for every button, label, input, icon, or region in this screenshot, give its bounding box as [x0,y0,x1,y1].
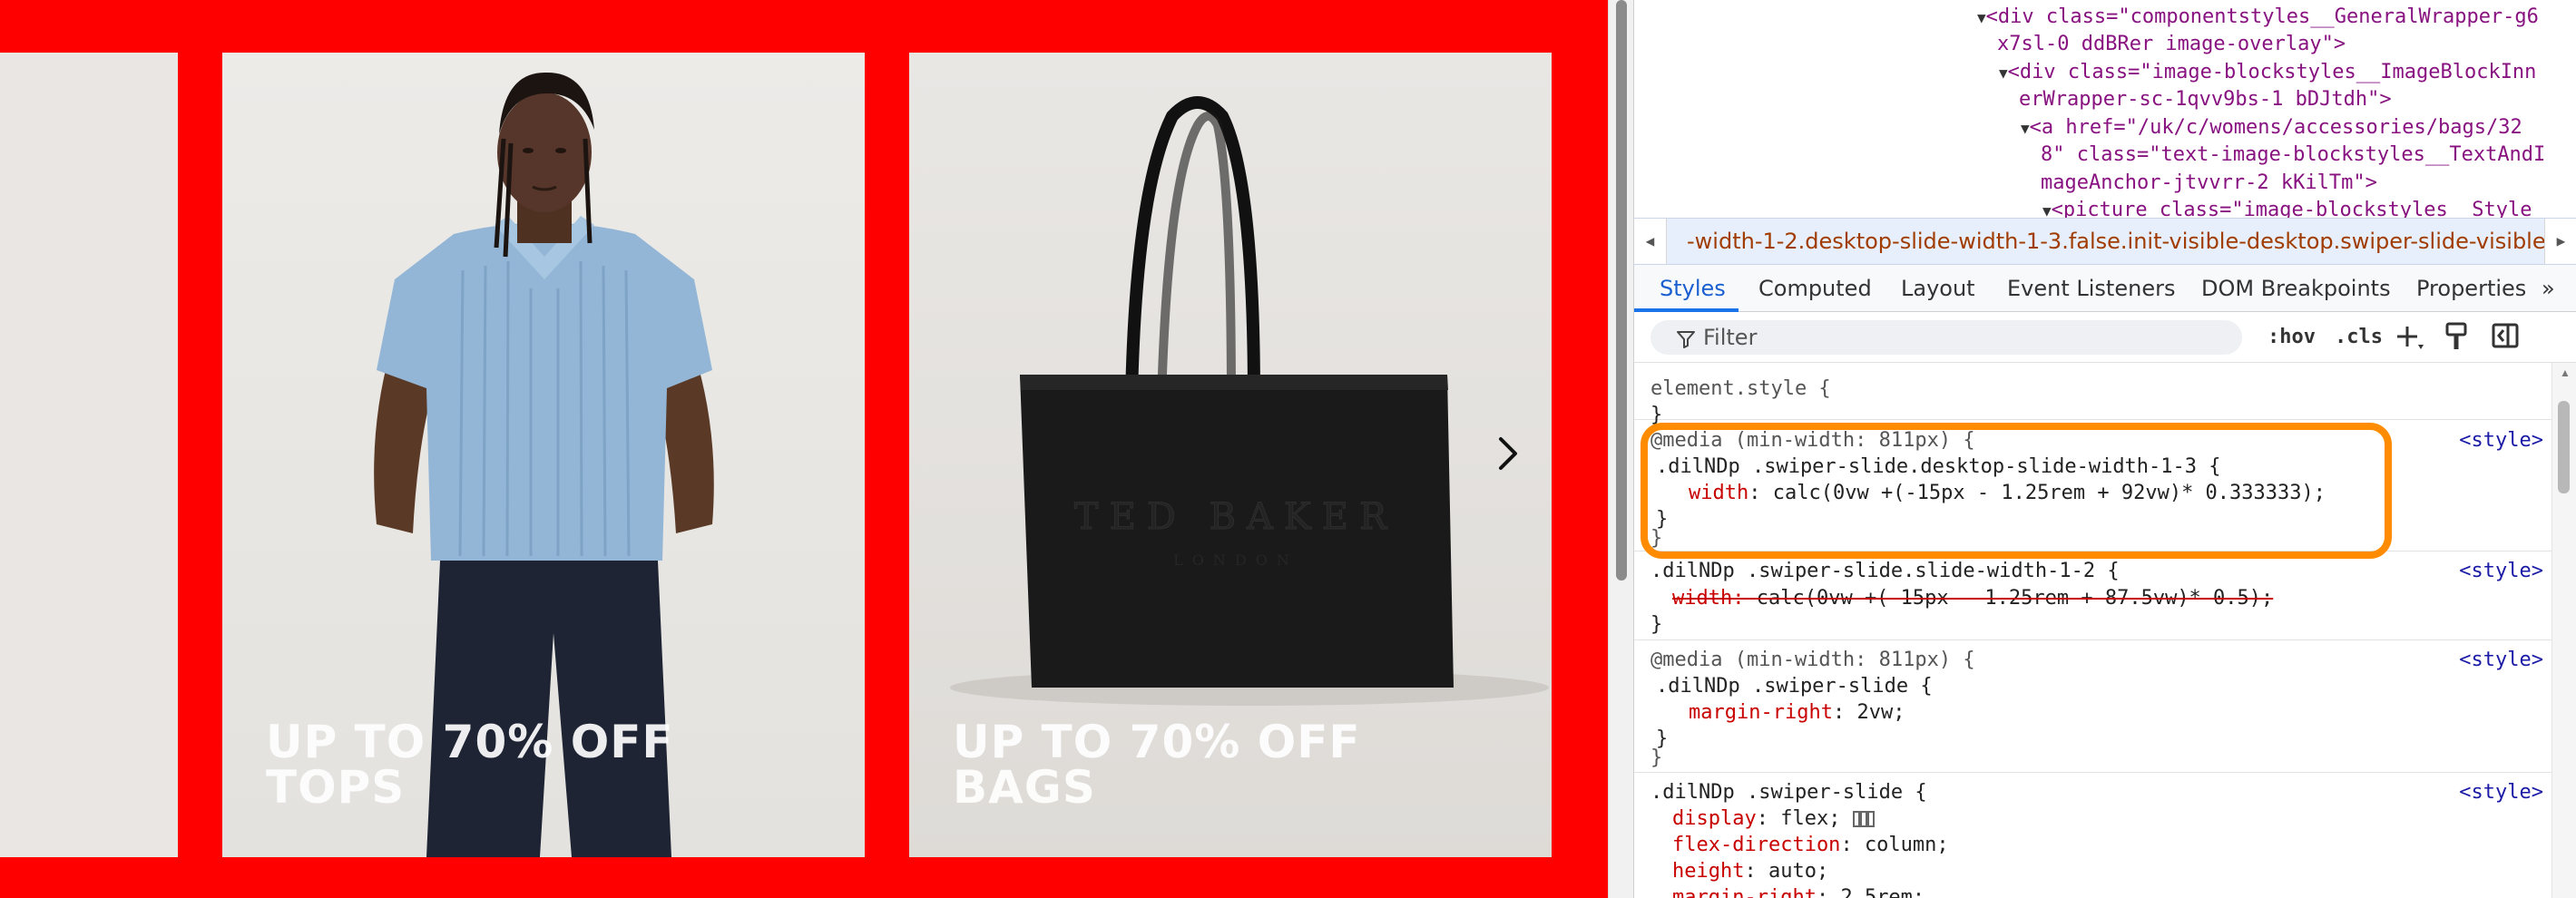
promo-text-bags[interactable]: UP TO 70% OFF BAGS [953,719,1361,810]
tab-computed[interactable]: Computed [1758,265,1872,312]
breadcrumb-scroll-right-icon[interactable]: ▶ [2544,219,2576,264]
carousel-slide-previous[interactable] [0,53,178,857]
filter-input[interactable] [1703,320,2229,355]
dom-node-line[interactable]: ▼<div class="image-blockstyles__ImageBlo… [1999,59,2536,88]
promo-line-1: UP TO 70% OFF [266,716,674,768]
flexbox-editor-icon[interactable] [1852,810,1875,828]
promo-text-tops[interactable]: UP TO 70% OFF TOPS [266,719,674,810]
styles-scrollbar[interactable]: ▲ [2552,363,2576,898]
page-scrollbar[interactable] [1608,0,1633,898]
style-source-link[interactable]: <style> [2459,559,2543,585]
tab-dom-breakpoints[interactable]: DOM Breakpoints [2201,265,2391,312]
css-rule-swiper-slide-media[interactable]: @media (min-width: 811px) { <style> .dil… [1634,640,2552,773]
annotation-highlight-box [1641,423,2392,559]
style-source-link[interactable]: <style> [2459,428,2543,454]
dom-node-line[interactable]: ▼<div class="componentstyles__GeneralWra… [1977,4,2539,33]
promo-line-1: UP TO 70% OFF [953,716,1361,768]
styles-filter-bar: :hov .cls [1634,312,2576,363]
dom-node-line[interactable]: x7sl-0 ddBRer image-overlay"> [1997,31,2346,59]
scroll-up-icon[interactable]: ▲ [2560,366,2571,379]
css-rule-slide-width-half[interactable]: .dilNDp .swiper-slide.slide-width-1-2 { … [1634,551,2552,640]
style-source-link[interactable]: <style> [2459,780,2543,806]
element-breadcrumb: ◀ -width-1-2.desktop-slide-width-1-3.fal… [1634,218,2576,265]
hover-state-toggle[interactable]: :hov [2267,321,2316,354]
add-style-rule-icon[interactable] [2395,323,2425,352]
web-page-viewport: UP TO 70% OFF TOPS TED BAKER LONDON UP T… [0,0,1608,898]
breadcrumb-scroll-left-icon[interactable]: ◀ [1634,219,1667,264]
styles-scrollbar-thumb[interactable] [2558,401,2570,493]
page-scrollbar-thumb[interactable] [1616,0,1627,581]
filter-icon [1677,331,1695,348]
tab-layout[interactable]: Layout [1901,265,1975,312]
element-style-rule[interactable]: element.style { } [1634,363,2552,426]
css-rule-swiper-slide[interactable]: .dilNDp .swiper-slide { <style> display:… [1634,773,2552,898]
tab-properties[interactable]: Properties [2416,265,2526,312]
promo-line-2: BAGS [953,761,1096,814]
filter-field[interactable] [1650,320,2242,355]
dom-tree[interactable]: ▼<div class="componentstyles__GeneralWra… [1634,0,2576,218]
carousel-slide-bags[interactable]: TED BAKER LONDON UP TO 70% OFF BAGS [909,53,1552,857]
chevron-right-icon[interactable] [1490,432,1526,475]
bag-sub-emboss: LONDON [1173,551,1298,569]
dom-node-line[interactable]: ▼<picture class="image-blockstyles__Styl… [2042,197,2532,218]
tab-styles[interactable]: Styles [1660,265,1726,312]
more-tabs-icon[interactable]: » [2542,265,2555,312]
dom-node-line[interactable]: 8" class="text-image-blockstyles__TextAn… [2041,142,2545,170]
dom-node-line[interactable]: ▼<a href="/uk/c/womens/accessories/bags/… [2021,114,2522,143]
carousel-slide-tops[interactable]: UP TO 70% OFF TOPS [222,53,865,857]
dom-node-line[interactable]: erWrapper-sc-1qvv9bs-1 bDJtdh"> [2019,86,2392,114]
paint-format-icon[interactable] [2444,321,2471,352]
class-toggle[interactable]: .cls [2335,321,2383,354]
promo-line-2: TOPS [266,761,406,814]
dom-node-line[interactable]: mageAnchor-jtvvrr-2 kKilTm"> [2041,170,2377,198]
breadcrumb-selector[interactable]: -width-1-2.desktop-slide-width-1-3.false… [1687,219,2546,264]
style-source-link[interactable]: <style> [2459,648,2543,674]
toggle-sidebar-icon[interactable] [2491,321,2520,350]
bag-brand-emboss: TED BAKER [1074,496,1397,538]
devtools-subtabs: Styles Computed Layout Event Listeners D… [1634,265,2576,312]
tab-event-listeners[interactable]: Event Listeners [2007,265,2175,312]
